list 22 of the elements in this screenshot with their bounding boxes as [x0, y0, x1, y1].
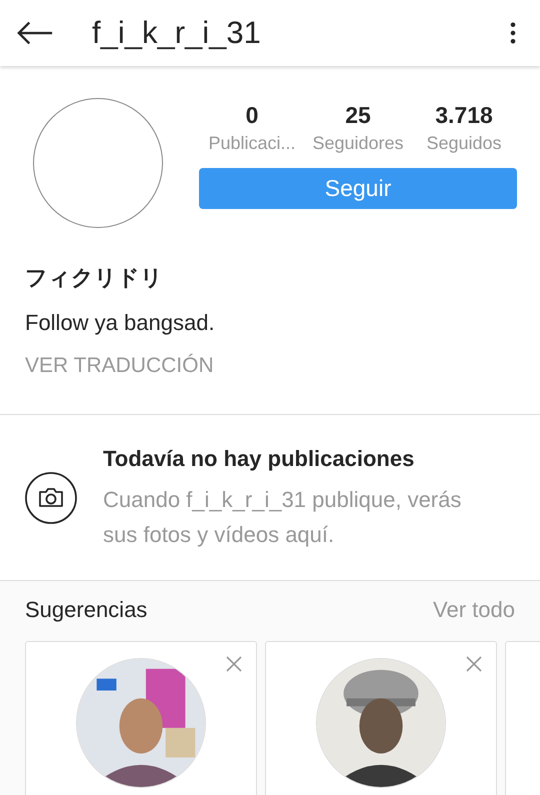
suggestion-card[interactable] — [265, 641, 497, 795]
stat-label: Seguidos — [426, 132, 502, 155]
stat-count: 3.718 — [435, 101, 493, 130]
suggestion-card[interactable] — [25, 641, 257, 795]
username-title: f_i_k_r_i_31 — [92, 14, 262, 52]
translation-link[interactable]: VER TRADUCCIÓN — [25, 351, 214, 381]
empty-state-text: Cuando f_i_k_r_i_31 publique, verás sus fotos y vídeos aquí. — [103, 486, 462, 549]
back-arrow-icon[interactable] — [16, 21, 54, 45]
stat-count: 0 — [246, 101, 258, 130]
follow-button[interactable]: Seguir — [199, 168, 517, 209]
close-icon[interactable] — [226, 656, 242, 672]
stat-count: 25 — [345, 101, 371, 130]
suggestions-title: Sugerencias — [25, 596, 148, 624]
close-icon[interactable] — [466, 656, 482, 672]
camera-icon — [25, 472, 77, 524]
stat-label: Seguidores — [312, 132, 404, 155]
see-all-link[interactable]: Ver todo — [433, 595, 515, 625]
stat-label: Publicaci... — [208, 132, 296, 155]
more-options-icon[interactable] — [510, 22, 516, 44]
profile-bio: Follow ya bangsad. — [25, 309, 216, 337]
empty-state-title: Todavía no hay publicaciones — [103, 444, 416, 473]
profile-name: フィクリドリ — [25, 265, 164, 293]
